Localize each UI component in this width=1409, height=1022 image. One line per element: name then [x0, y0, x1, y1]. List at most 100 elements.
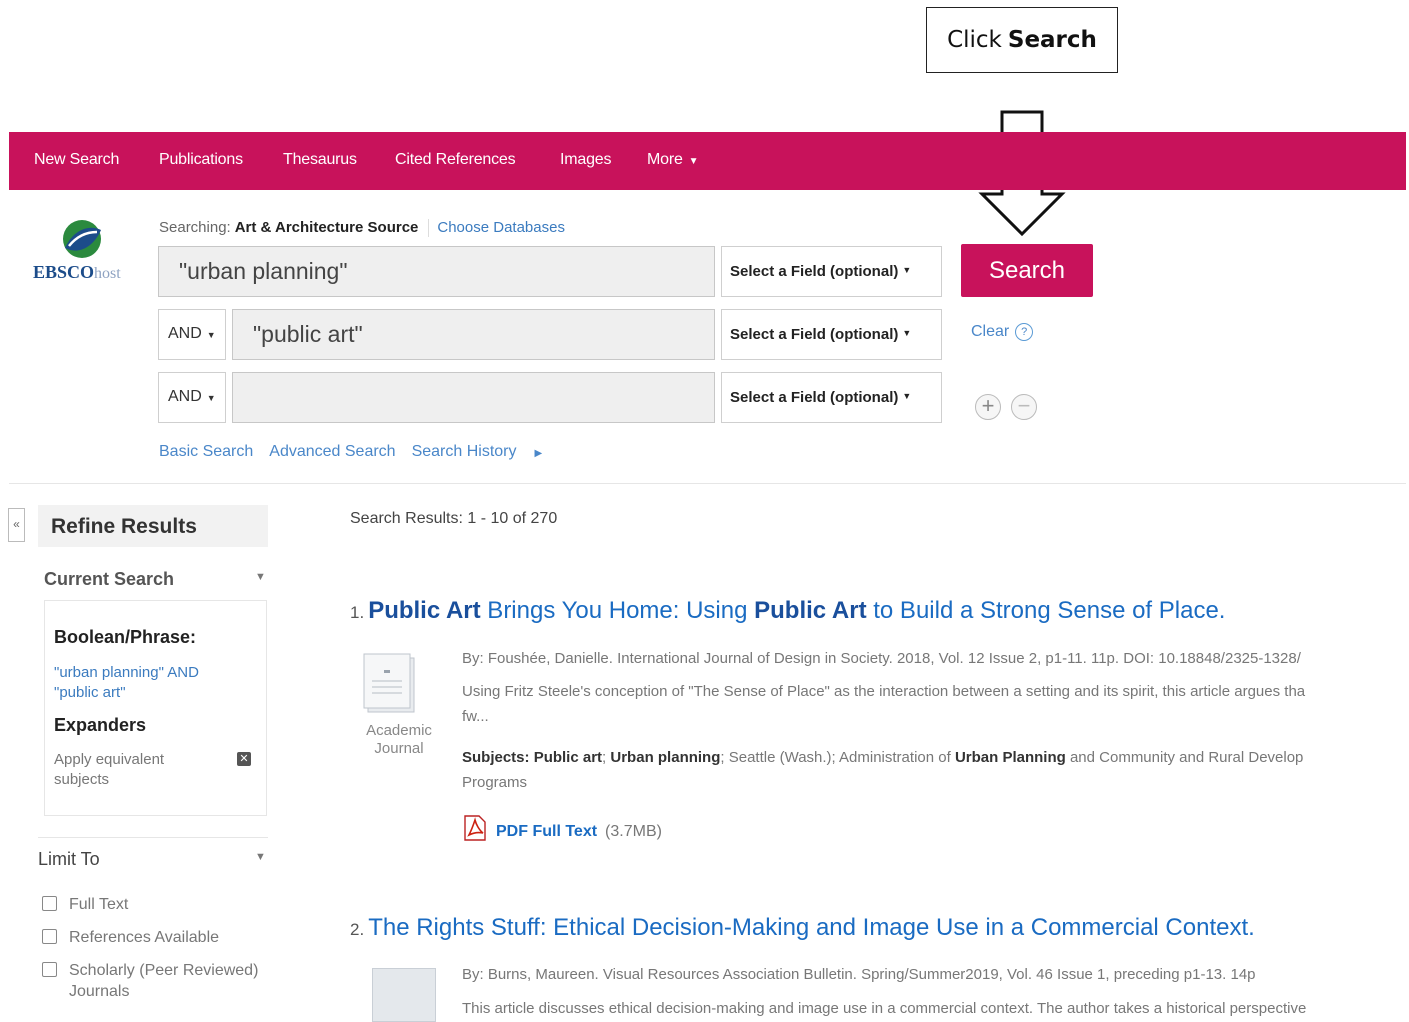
results-count: Search Results: 1 - 10 of 270 — [350, 510, 558, 527]
checkbox-references-available[interactable] — [42, 929, 57, 944]
chevron-down-icon[interactable]: ▼ — [255, 571, 266, 583]
limit-full-text[interactable]: Full Text — [42, 896, 128, 914]
search-input-1[interactable]: "urban planning" — [158, 246, 715, 297]
nav-more[interactable]: More ▼ — [647, 132, 699, 190]
limit-full-text-label: Full Text — [69, 896, 129, 913]
expanders-label: Expanders — [54, 715, 147, 735]
searching-label: Searching: — [159, 219, 231, 236]
caret-down-icon: ▼ — [206, 330, 216, 340]
publication-type-line1: Academic — [366, 722, 432, 739]
field-select-2[interactable]: Select a Field (optional) ▼ — [721, 309, 942, 360]
searching-line: Searching: Art & Architecture Source Choos… — [159, 219, 565, 238]
search-history-label: Search History — [411, 443, 517, 460]
limit-references-available[interactable]: References Available — [42, 929, 219, 947]
field-select-1-label: Select a Field (optional) — [730, 263, 899, 280]
field-select-3-label: Select a Field (optional) — [730, 389, 899, 406]
search-history-link[interactable]: Search History ▶ — [412, 443, 559, 460]
publication-type: Academic Journal — [356, 722, 442, 758]
caret-down-icon: ▼ — [688, 156, 699, 167]
result-1-abstract-line2: fw... — [462, 708, 489, 725]
checkbox-scholarly[interactable] — [42, 962, 57, 977]
limit-scholarly-label: Scholarly (Peer Reviewed) — [69, 962, 259, 979]
add-row-plus-icon[interactable]: + — [975, 394, 1001, 420]
top-nav-bar: New Search Publications Thesaurus Cited … — [9, 132, 1406, 190]
subjects-label: Subjects: — [462, 749, 530, 766]
ebsco-logo-text: EBSCOhost — [33, 262, 121, 283]
boolean-phrase-value-1[interactable]: "urban planning" AND — [54, 663, 199, 683]
remove-expander-icon[interactable]: ✕ — [237, 752, 251, 766]
field-select-1[interactable]: Select a Field (optional) ▼ — [721, 246, 942, 297]
pdf-full-text-link[interactable]: PDF Full Text — [496, 823, 597, 840]
advanced-search-link[interactable]: Advanced Search — [269, 443, 395, 460]
nav-thesaurus[interactable]: Thesaurus — [283, 132, 357, 190]
result-2-abstract-line1: This article discusses ethical decision-… — [462, 1000, 1307, 1017]
result-2-title[interactable]: 2. The Rights Stuff: Ethical Decision-Mak… — [350, 914, 1255, 942]
title-text: Brings You Home: Using — [480, 597, 755, 624]
chevron-down-icon[interactable]: ▼ — [255, 851, 266, 863]
subject-urban-planning[interactable]: Urban planning — [610, 749, 720, 766]
nav-publications[interactable]: Publications — [159, 132, 243, 190]
result-1-pdf[interactable]: PDF Full Text (3.7MB) — [462, 815, 662, 841]
nav-new-search[interactable]: New Search — [34, 132, 119, 190]
search-mode-links: Basic Search Advanced Search Search Histor… — [159, 443, 574, 461]
subject-public-art[interactable]: Public art — [534, 749, 602, 766]
database-name: Art & Architecture Source — [234, 219, 419, 236]
boolean-operator-3-label: AND — [168, 388, 202, 405]
publication-type-line2: Journal — [374, 740, 424, 757]
callout-bold: Search — [1007, 27, 1097, 53]
ebsco-logo-icon — [63, 220, 101, 258]
boolean-operator-2[interactable]: AND ▼ — [158, 309, 226, 360]
nav-more-label: More — [647, 151, 683, 168]
nav-images[interactable]: Images — [560, 132, 611, 190]
caret-right-icon: ▶ — [534, 448, 543, 459]
current-search-heading[interactable]: Current Search — [44, 569, 174, 590]
subjects-text: ; Seattle (Wash.); Administration of — [720, 749, 955, 766]
boolean-operator-2-label: AND — [168, 325, 202, 342]
search-button[interactable]: Search — [961, 244, 1093, 297]
checkbox-full-text[interactable] — [42, 896, 57, 911]
result-2-thumbnail — [372, 968, 436, 1022]
callout-prefix: Click — [947, 27, 1002, 53]
limit-scholarly[interactable]: Scholarly (Peer Reviewed) — [42, 962, 258, 980]
boolean-phrase-value-2[interactable]: "public art" — [54, 683, 126, 703]
title-highlight: Public Art — [368, 597, 481, 624]
subject-highlight: Urban Planning — [954, 749, 1066, 766]
clear-label: Clear — [971, 323, 1010, 340]
clear-link[interactable]: Clear? — [971, 323, 1034, 341]
caret-down-icon: ▼ — [902, 265, 912, 275]
choose-databases-link[interactable]: Choose Databases — [437, 219, 565, 236]
field-select-2-label: Select a Field (optional) — [730, 326, 899, 343]
subjects-text: and Community and Rural Develop — [1065, 749, 1304, 766]
separator — [428, 219, 430, 238]
search-input-3[interactable] — [232, 372, 715, 423]
search-input-2[interactable]: "public art" — [232, 309, 715, 360]
academic-journal-icon — [363, 653, 415, 713]
collapse-sidebar-icon[interactable]: « — [8, 508, 25, 542]
logo-brand: EBSCO — [33, 262, 95, 282]
caret-down-icon: ▼ — [206, 393, 216, 403]
pdf-icon — [464, 815, 486, 841]
nav-cited-references[interactable]: Cited References — [395, 132, 516, 190]
caret-down-icon: ▼ — [902, 328, 912, 338]
remove-row-minus-icon[interactable]: − — [1011, 394, 1037, 420]
boolean-operator-3[interactable]: AND ▼ — [158, 372, 226, 423]
caret-down-icon: ▼ — [902, 391, 912, 401]
instruction-callout: Click Search — [926, 7, 1118, 73]
limit-scholarly-label-line2: Journals — [69, 983, 130, 1000]
expander-value-2: subjects — [54, 771, 110, 788]
title-text: to Build a Strong Sense of Place. — [866, 597, 1226, 624]
sidebar-divider — [38, 837, 268, 838]
result-2-byline: By: Burns, Maureen. Visual Resources Ass… — [462, 966, 1256, 983]
help-icon[interactable]: ? — [1015, 323, 1034, 341]
limit-to-heading[interactable]: Limit To — [38, 849, 100, 870]
header-divider — [9, 483, 1406, 484]
refine-results-heading: Refine Results — [38, 505, 268, 547]
field-select-3[interactable]: Select a Field (optional) ▼ — [721, 372, 942, 423]
boolean-phrase-label: Boolean/Phrase: — [54, 627, 197, 647]
pdf-size: (3.7MB) — [605, 823, 662, 840]
basic-search-link[interactable]: Basic Search — [159, 443, 253, 460]
result-1-byline: By: Foushée, Danielle. International Jou… — [462, 650, 1301, 667]
title-highlight: Public Art — [754, 597, 867, 624]
result-1-title[interactable]: 1. Public Art Brings You Home: Using Publ… — [350, 597, 1225, 625]
result-2-title-text: The Rights Stuff: Ethical Decision-Makin… — [368, 914, 1255, 941]
